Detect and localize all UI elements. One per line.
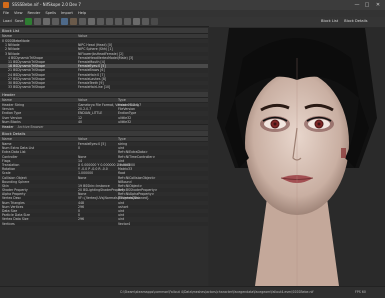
menu-spells[interactable]: Spells: [45, 11, 56, 16]
head-render: [209, 28, 385, 286]
block-details-panel: Block Details Name Value Type Name Female…: [0, 131, 208, 286]
user-view-icon[interactable]: [124, 18, 132, 25]
tree-row[interactable]: 33 BSDynamicTriShape FemaleHairLine [10]: [0, 85, 208, 90]
table-row[interactable]: Vertices Vector4: [0, 221, 208, 226]
left-panel: Block List Name Value 0 SSSSBebeNode 1 Ni…: [0, 28, 208, 286]
cell-name: Num Blocks: [2, 119, 21, 124]
reset-view-icon[interactable]: [142, 18, 150, 25]
tab-block-details[interactable]: Block Details: [344, 20, 367, 24]
nodes-icon[interactable]: [52, 18, 60, 25]
side-view-icon[interactable]: [106, 18, 114, 25]
render-viewport[interactable]: [209, 28, 385, 286]
axes-icon[interactable]: [43, 18, 51, 25]
status-bar: C:\Steam\steamapps\common\Fallout 4\Data…: [0, 286, 385, 298]
minimize-button[interactable]: —: [352, 1, 362, 9]
tree-row-name: 33 BSDynamicTriShape: [8, 85, 45, 90]
textures-icon[interactable]: [70, 18, 78, 25]
menu-file[interactable]: File: [3, 11, 9, 16]
header-panel: Header Name Value Type Header String Game…: [0, 92, 208, 130]
window-title: SSSSBebe.nif - NifSkope 2.0 Dev 7: [12, 2, 81, 7]
cell-value: 40: [78, 119, 83, 124]
perspective-icon[interactable]: [133, 18, 141, 25]
wireframe-icon[interactable]: [79, 18, 87, 25]
load-button[interactable]: Load: [3, 19, 12, 24]
block-list-panel: Block List Name Value 0 SSSSBebeNode 1 Ni…: [0, 28, 208, 92]
block-list-tree: 0 SSSSBebeNode 1 NiNode NiPC Head (Head) […: [0, 39, 208, 90]
menu-bar: File View Render Spells Import Help: [0, 10, 385, 17]
menu-import[interactable]: Import: [61, 11, 73, 16]
app-icon: [3, 2, 9, 8]
fps-counter: FPS 60: [355, 290, 366, 294]
tab-archive-browser[interactable]: Archive Browser: [18, 125, 44, 129]
lighting-icon[interactable]: [61, 18, 69, 25]
header-table: Header String Gamebryo File Format, Versi…: [0, 103, 208, 124]
play-icon[interactable]: [25, 18, 33, 25]
top-view-icon[interactable]: [115, 18, 123, 25]
title-bar: SSSSBebe.nif - NifSkope 2.0 Dev 7 — □ ✕: [0, 0, 385, 10]
menu-render[interactable]: Render: [28, 11, 41, 16]
close-button[interactable]: ✕: [373, 1, 383, 9]
cell-type: Vector4: [118, 221, 131, 226]
menu-view[interactable]: View: [14, 11, 23, 16]
table-row[interactable]: Num Blocks 40 ulittle32: [0, 120, 208, 124]
menu-help[interactable]: Help: [78, 11, 86, 16]
maximize-button[interactable]: □: [362, 1, 372, 9]
camera-icon[interactable]: [88, 18, 96, 25]
file-path: C:\Steam\steamapps\common\Fallout 4\Data…: [120, 290, 314, 294]
block-details-table: Name FemaleEyes:0 [5] string Num Extra Data…: [0, 142, 208, 226]
save-button[interactable]: Save: [15, 19, 24, 24]
right-tab-bar: Block List Block Details: [209, 17, 385, 27]
cell-type: ulittle32: [118, 119, 132, 124]
grid-icon[interactable]: [34, 18, 42, 25]
tab-block-list[interactable]: Block List: [321, 20, 338, 24]
front-view-icon[interactable]: [97, 18, 105, 25]
cell-name: Vertices: [2, 221, 15, 226]
header-footer-tabs: Header Archive Browser: [0, 123, 208, 130]
settings-icon[interactable]: [151, 18, 159, 25]
tree-row-value: FemaleHairLine [10]: [78, 85, 111, 90]
tab-header[interactable]: Header: [2, 125, 14, 129]
